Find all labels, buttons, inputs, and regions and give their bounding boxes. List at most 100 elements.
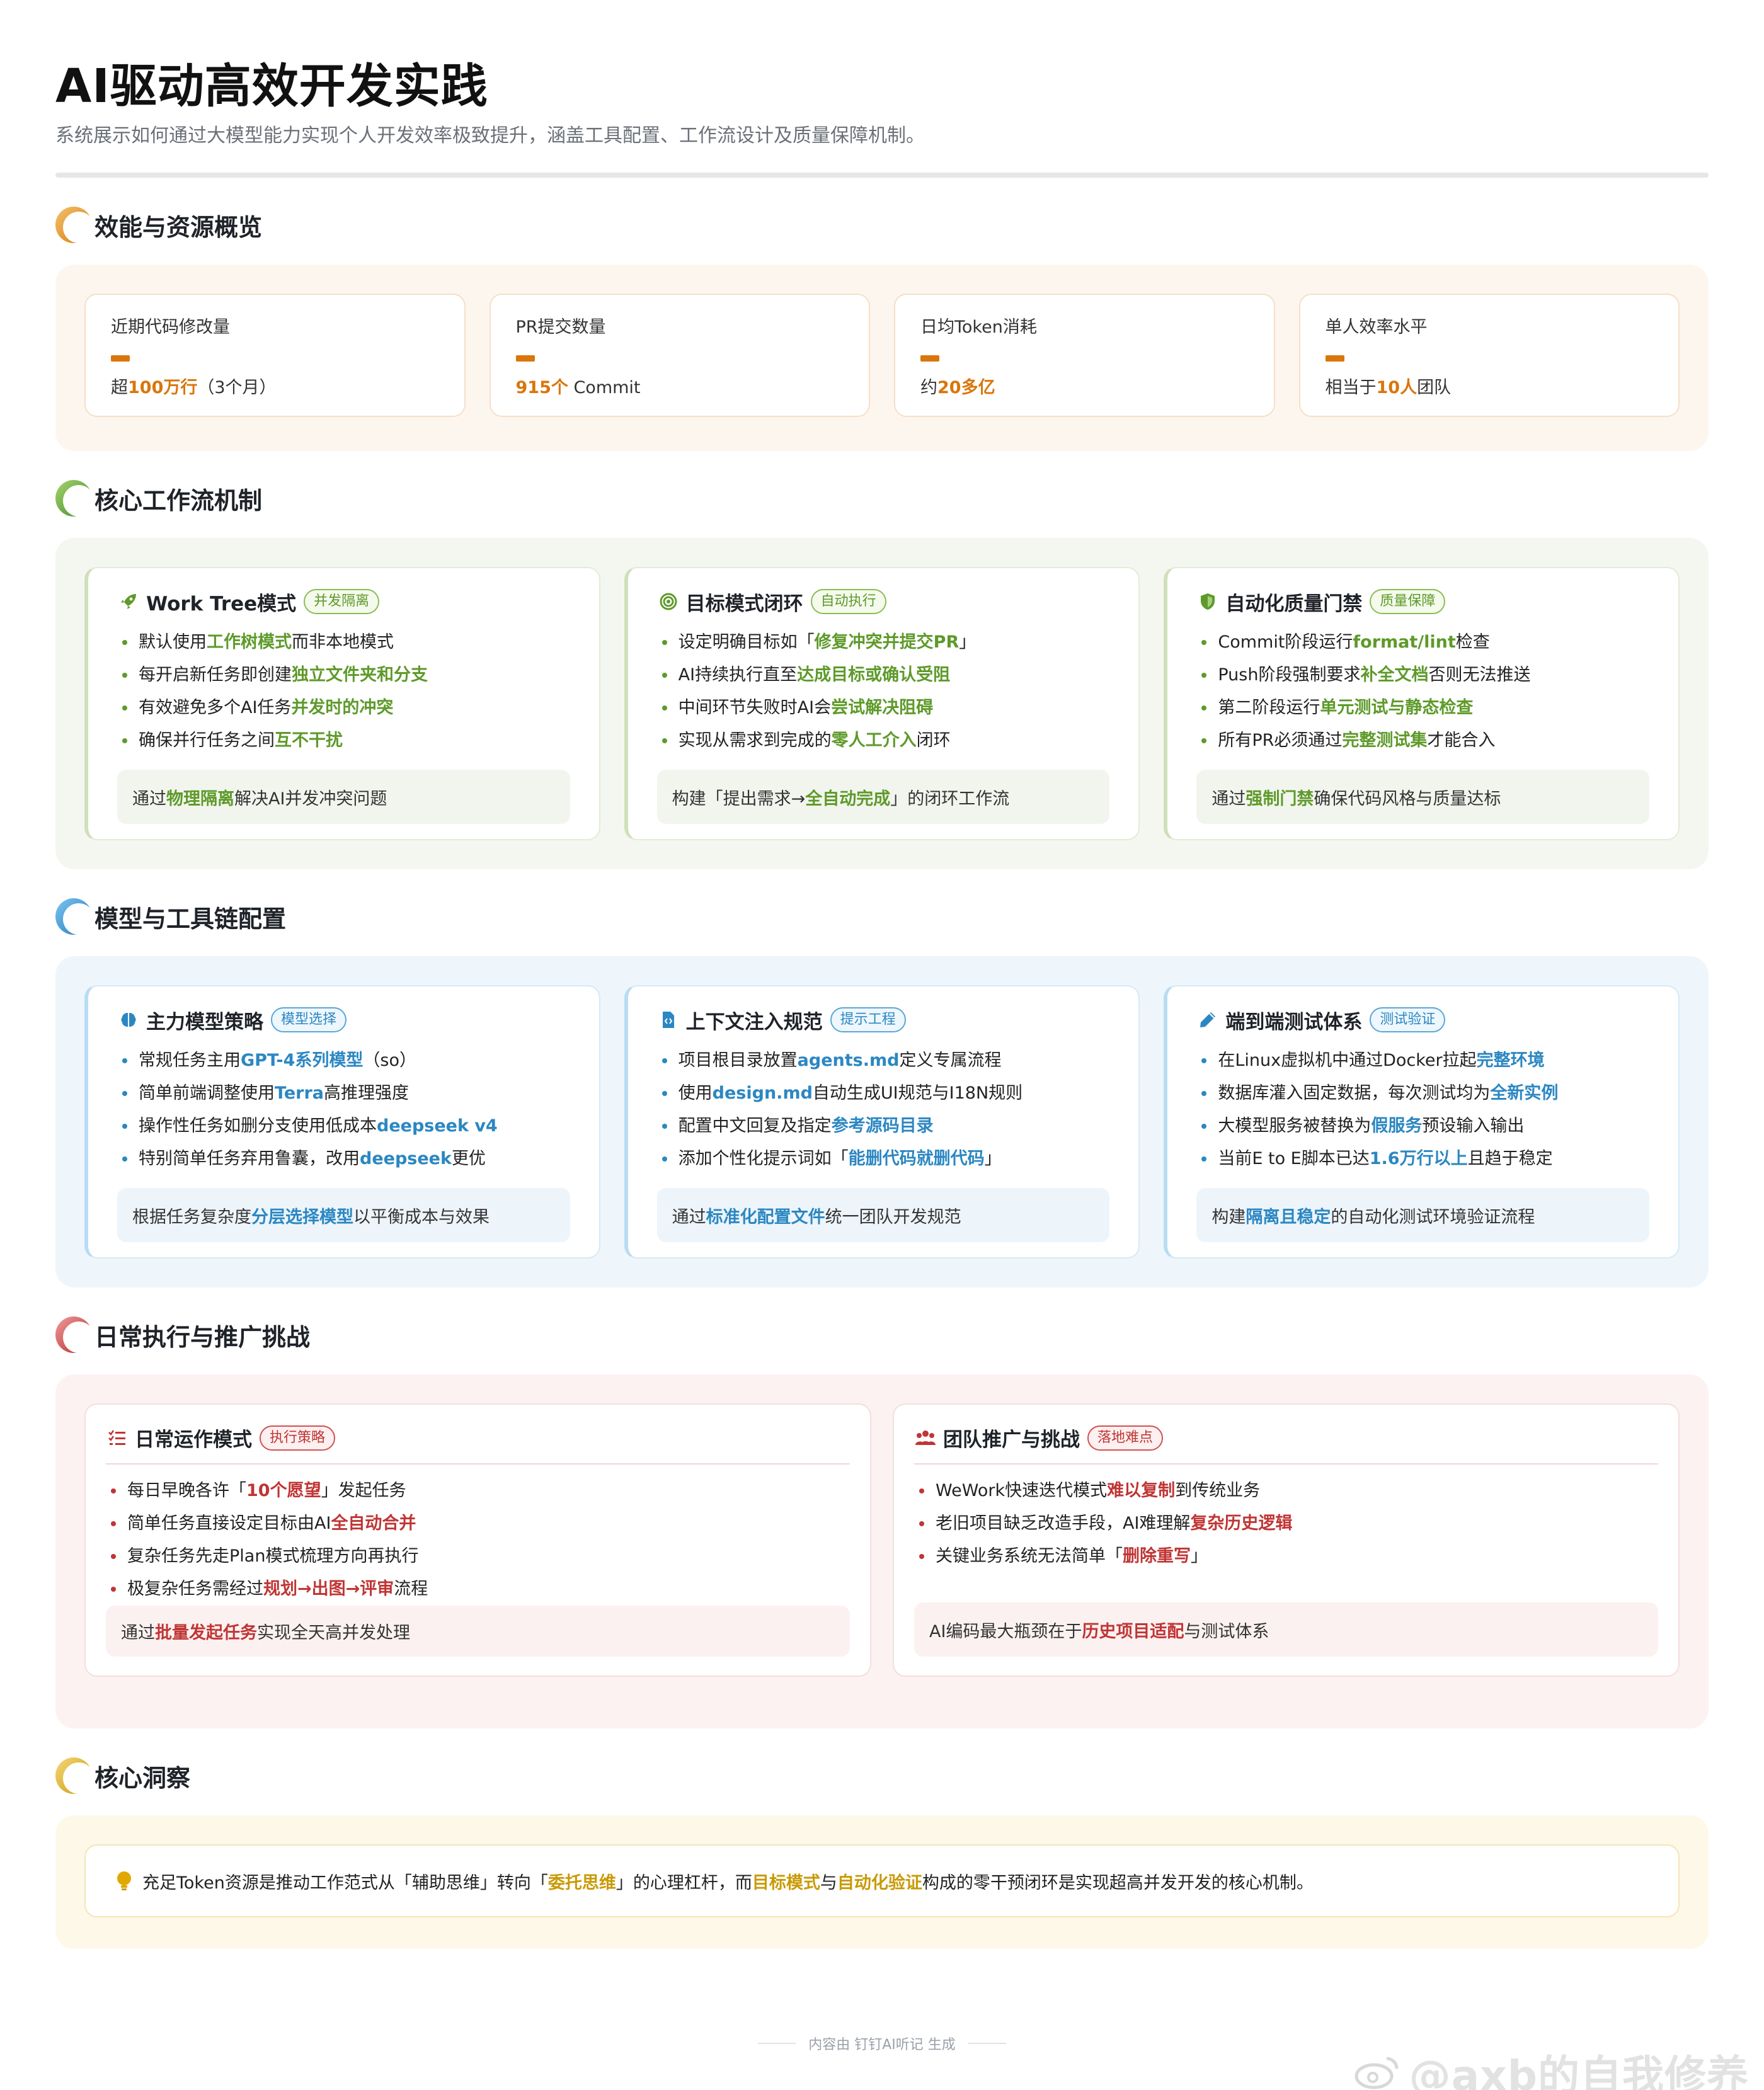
page-title: AI驱动高效开发实践: [55, 59, 488, 113]
text-segment: 中间环节失败时AI会: [678, 698, 832, 717]
text-segment: 特别简单任务弃用鲁囊，改用: [139, 1149, 360, 1168]
card-summary-note: 构建「提出需求→ 全自动完成 」的闭环工作流: [656, 770, 1110, 824]
text-segment: 项目根目录放置: [678, 1051, 798, 1070]
card-tag-badge: 落地难点: [1087, 1425, 1164, 1451]
stat-value: 约20多亿: [920, 377, 1249, 399]
stat-card: 近期代码修改量 超100万行（3个月）: [84, 294, 466, 417]
text-segment: 单元测试与静态检查: [1320, 698, 1474, 717]
text-segment: 操作性任务如删分支使用低成本: [139, 1116, 377, 1136]
text-segment: 简单任务直接设定目标由AI: [127, 1514, 331, 1533]
card-tag-badge: 并发隔离: [304, 589, 380, 614]
card-shield: 自动化质量门禁 质量保障 Commit阶段运行format/lint检查 Push阶段…: [1164, 567, 1680, 840]
text-segment: 简单前端调整使用: [139, 1083, 275, 1103]
list-item: 第二阶段运行单元测试与静态检查: [1196, 692, 1649, 724]
text-segment: 所有PR必须通过: [1218, 731, 1343, 750]
text-segment: （so）: [363, 1051, 416, 1070]
text-segment: 难以复制: [1107, 1481, 1176, 1500]
workflow-cards: Work Tree模式 并发隔离 默认使用工作树模式而非本地模式 每开启新任务即创建独…: [84, 567, 1680, 840]
checklist-icon: [106, 1427, 129, 1449]
text-segment: 老旧项目缺乏改造手段，AI难理解: [936, 1514, 1191, 1533]
text-segment: 自动生成UI规范与I18N规则: [812, 1083, 1023, 1103]
section-arc-icon: [55, 1757, 94, 1794]
list-item: 配置中文回复及指定参考源码目录: [657, 1110, 1110, 1143]
stat-card: PR提交数量 915个 Commit: [489, 294, 870, 417]
text-segment: 定义专属流程: [899, 1051, 1002, 1070]
text-segment: 有效避免多个AI任务: [139, 698, 292, 717]
team-icon: [914, 1427, 937, 1449]
text-segment: 独立文件夹和分支: [292, 665, 428, 685]
text-segment: 当前E to E脚本已达: [1218, 1149, 1370, 1168]
text-segment: 数据库灌入固定数据，每次测试均为: [1218, 1083, 1491, 1103]
text-segment: 完整环境: [1476, 1051, 1545, 1070]
text-segment: 设定明确目标如「: [678, 632, 815, 652]
text-segment: 10个愿望: [246, 1481, 321, 1500]
list-item: 大模型服务被替换为假服务预设输入输出: [1196, 1110, 1649, 1143]
text-segment: 默认使用: [139, 632, 207, 652]
text-segment: format/lint: [1353, 632, 1456, 652]
card-title: 上下文注入规范: [685, 1010, 823, 1034]
list-item: 所有PR必须通过完整测试集才能合入: [1196, 724, 1649, 757]
text-segment: 并发时的冲突: [291, 698, 394, 717]
pen-icon: [1196, 1008, 1219, 1031]
execution-panel: 日常运作模式 执行策略 每日早晚各许「10个愿望」发起任务 简单任务直接设定目标由AI…: [55, 1374, 1709, 1728]
card-header: 端到端测试体系 测试验证: [1196, 1005, 1649, 1034]
toolchain-panel: 主力模型策略 模型选择 常规任务主用GPT-4系列模型（so） 简单前端调整使用Ter…: [55, 956, 1709, 1288]
text-segment: 根据任务复杂度: [132, 1207, 251, 1227]
text-segment: 构建「提出需求→: [672, 789, 806, 809]
text-segment: 能删代码就删代码: [848, 1149, 985, 1168]
list-item: 操作性任务如删分支使用低成本deepseek v4: [117, 1110, 570, 1143]
card-header: Work Tree模式 并发隔离: [117, 587, 570, 616]
insight-box: 充足Token资源是推动工作范式从「辅助思维」转向「委托思维」的心理杠杆，而目标…: [84, 1844, 1680, 1917]
stat-label: 近期代码修改量: [111, 317, 230, 337]
card-header: 主力模型策略 模型选择: [117, 1005, 570, 1034]
text-segment: 相当于: [1325, 378, 1377, 397]
list-item: 简单前端调整使用Terra高推理强度: [117, 1077, 570, 1110]
lightbulb-icon: [115, 1870, 134, 1892]
text-segment: deepseek: [360, 1149, 452, 1168]
text-segment: 统一团队开发规范: [825, 1207, 961, 1227]
text-segment: 团队: [1417, 378, 1452, 397]
card-tag-badge: 执行策略: [260, 1425, 336, 1451]
text-segment: 高推理强度: [324, 1083, 409, 1103]
text-segment: 常规任务主用: [139, 1051, 241, 1070]
text-segment: 修复冲突并提交PR: [814, 632, 959, 652]
card-title: 目标模式闭环: [685, 592, 803, 615]
text-segment: 达成目标或确认受阻: [797, 665, 951, 685]
text-segment: AI持续执行直至: [678, 665, 798, 685]
text-segment: 预设输入输出: [1422, 1116, 1525, 1136]
text-segment: WeWork快速迭代模式: [936, 1481, 1108, 1500]
text-segment: 才能合入: [1427, 731, 1496, 750]
execution-cards: 日常运作模式 执行策略 每日早晚各许「10个愿望」发起任务 简单任务直接设定目标由AI…: [84, 1403, 1680, 1677]
list-item: 每开启新任务即创建独立文件夹和分支: [117, 659, 570, 692]
list-item: 极复杂任务需经过规划→出图→评审流程: [106, 1573, 850, 1606]
card-bullet-list: 在Linux虚拟机中通过Docker拉起完整环境 数据库灌入固定数据，每次测试均为…: [1196, 1044, 1649, 1175]
text-segment: 强制门禁: [1246, 789, 1314, 809]
file-code-icon: [657, 1008, 680, 1031]
list-item: 每日早晚各许「10个愿望」发起任务: [106, 1475, 850, 1507]
card-bullet-list: WeWork快速迭代模式难以复制到传统业务 老旧项目缺乏改造手段，AI难理解复杂历…: [914, 1475, 1658, 1573]
list-item: 简单任务直接设定目标由AI全自动合并: [106, 1507, 850, 1540]
list-item: 中间环节失败时AI会尝试解决阻碍: [657, 692, 1110, 724]
text-segment: 通过: [672, 1207, 706, 1227]
text-segment: 参考源码目录: [831, 1116, 934, 1136]
text-segment: agents.md: [797, 1051, 900, 1070]
text-segment: 历史项目适配: [1082, 1621, 1184, 1642]
text-segment: 添加个性化提示词如「: [678, 1149, 849, 1168]
stat-value: 915个 Commit: [516, 377, 844, 399]
card-checklist: 日常运作模式 执行策略 每日早晚各许「10个愿望」发起任务 简单任务直接设定目标由AI…: [84, 1403, 871, 1677]
stat-accent-bar: [111, 355, 130, 362]
list-item: 当前E to E脚本已达1.6万行以上且趋于稳定: [1196, 1143, 1649, 1175]
text-segment: （3个月）: [197, 378, 277, 397]
text-segment: 极复杂任务需经过: [127, 1579, 263, 1599]
card-tag-badge: 测试验证: [1370, 1007, 1446, 1032]
text-segment: 工作树模式: [207, 632, 292, 652]
stat-label: PR提交数量: [515, 317, 606, 337]
text-segment: 尝试解决阻碍: [831, 698, 934, 717]
text-segment: 批量发起任务: [155, 1623, 257, 1643]
text-segment: 确保并行任务之间: [139, 731, 275, 750]
footer-line: [758, 2043, 796, 2044]
text-segment: 配置中文回复及指定: [678, 1116, 832, 1136]
footer-line: [968, 2043, 1006, 2044]
text-segment: 第二阶段运行: [1218, 698, 1320, 717]
list-item: 使用design.md自动生成UI规范与I18N规则: [657, 1077, 1110, 1110]
